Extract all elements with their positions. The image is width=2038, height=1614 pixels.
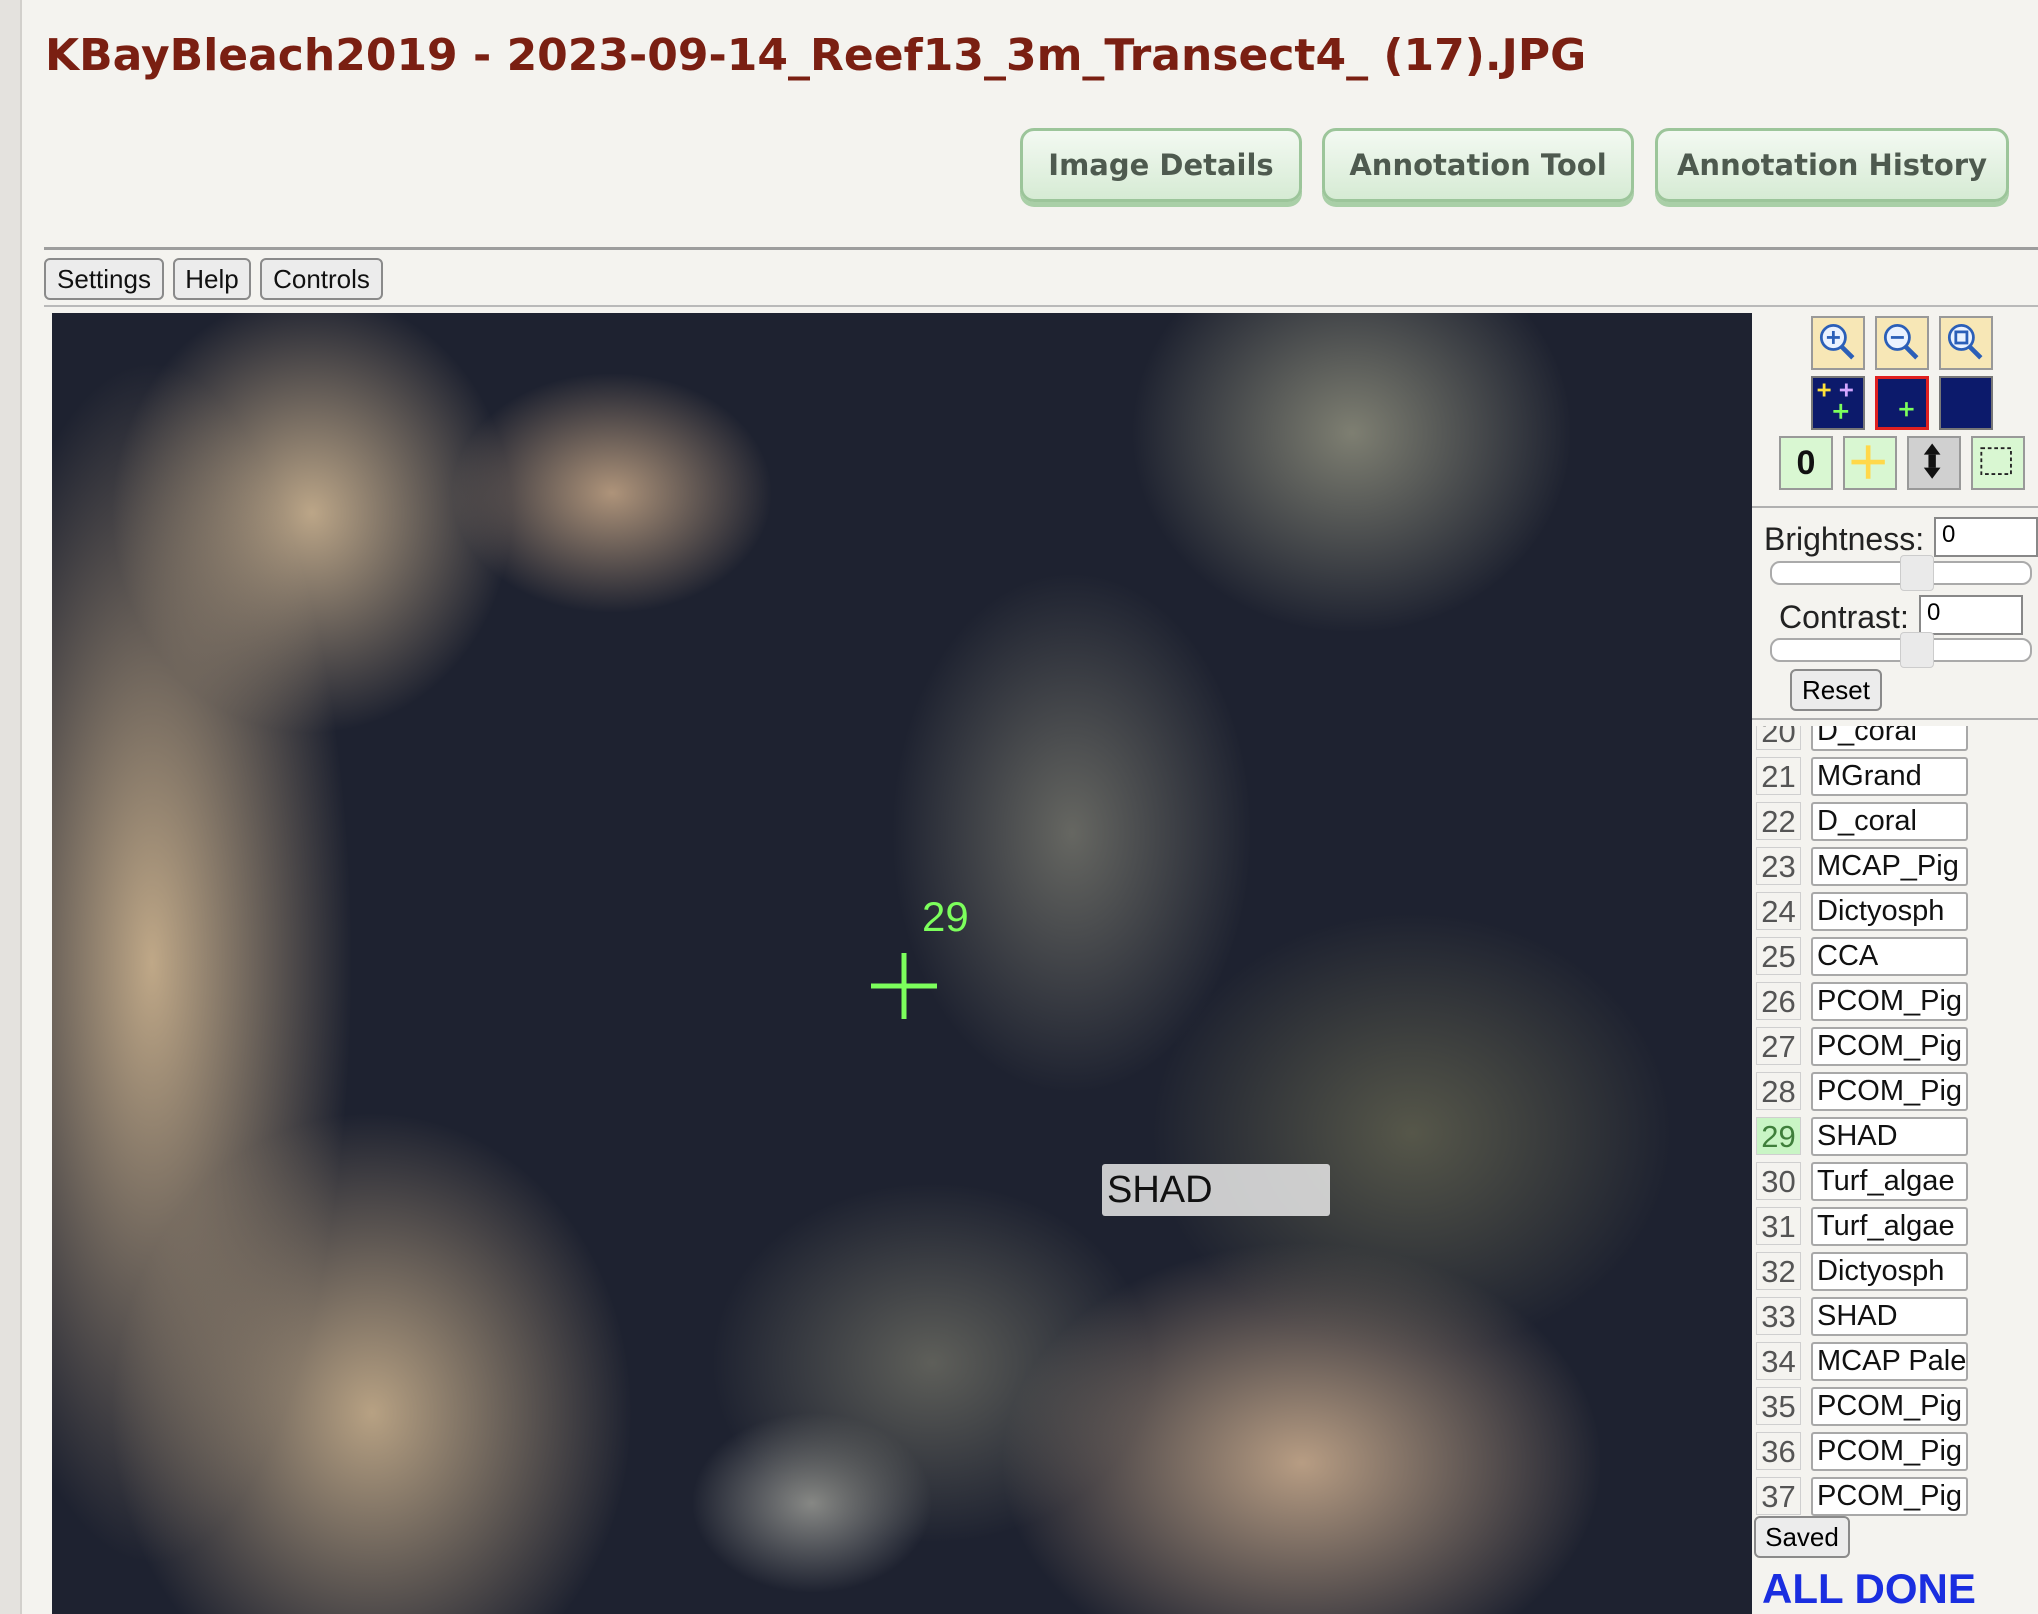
zoom-out-icon[interactable] [1875,316,1929,370]
annotation-history-tab[interactable]: Annotation History [1655,128,2009,202]
all-done-status: ALL DONE [1762,1565,1976,1612]
brightness-input[interactable]: 0 [1934,517,2038,557]
reset-button[interactable]: Reset [1790,669,1882,711]
annotation-row[interactable]: 26 PCOM_Pig [1752,979,2038,1024]
annotation-point-number[interactable]: 34 [1756,1342,1801,1380]
annotation-point-number[interactable]: 25 [1756,937,1801,975]
annotation-label-field[interactable]: PCOM_Pig [1811,1387,1968,1426]
page-title: KBayBleach2019 - 2023-09-14_Reef13_3m_Tr… [45,30,1587,81]
annotation-point-number[interactable]: 24 [1756,892,1801,930]
annotation-point-number[interactable]: 30 [1756,1162,1801,1200]
brightness-slider-thumb[interactable] [1900,555,1934,591]
point-number-label: 29 [922,893,969,940]
annotation-row[interactable]: 34 MCAP Pale [1752,1339,2038,1384]
annotation-point-number[interactable]: 37 [1756,1477,1801,1515]
adjustments-divider [1752,718,2038,720]
annotation-point-number[interactable]: 26 [1756,982,1801,1020]
left-edge [0,0,22,1614]
annotation-row[interactable]: 23 MCAP_Pig [1752,844,2038,889]
controls-button[interactable]: Controls [260,258,383,300]
annotation-point-number[interactable]: 35 [1756,1387,1801,1425]
hide-points-icon[interactable] [1939,376,1993,430]
annotation-point-number[interactable]: 20 [1756,726,1801,750]
contrast-input[interactable]: 0 [1919,595,2023,635]
annotation-label-field[interactable]: Turf_algae [1811,1162,1968,1201]
tools-divider [1752,506,2038,508]
annotation-point-number[interactable]: 31 [1756,1207,1801,1245]
annotation-label-field[interactable]: Dictyosph [1811,1252,1968,1291]
annotation-label-field[interactable]: MGrand [1811,757,1968,796]
annotation-point-number[interactable]: 21 [1756,757,1801,795]
annotation-row[interactable]: 30 Turf_algae [1752,1159,2038,1204]
crosshair-icon[interactable] [1843,436,1897,490]
annotation-row[interactable]: 37 PCOM_Pig [1752,1474,2038,1519]
point-crosshair-icon[interactable] [871,953,937,1019]
annotation-row[interactable]: 35 PCOM_Pig [1752,1384,2038,1429]
annotation-label-field[interactable]: PCOM_Pig [1811,1432,1968,1471]
annotation-point-number[interactable]: 28 [1756,1072,1801,1110]
annotation-point-number[interactable]: 23 [1756,847,1801,885]
annotation-label-field[interactable]: MCAP Pale [1811,1342,1968,1381]
annotation-label-field[interactable]: Dictyosph [1811,892,1968,931]
point-number-toggle[interactable]: 0 [1779,436,1833,490]
annotation-label-field[interactable]: D_coral [1811,726,1968,751]
annotation-label-field[interactable]: CCA [1811,937,1968,976]
annotation-row[interactable]: 33 SHAD [1752,1294,2038,1339]
annotation-label-field[interactable]: MCAP_Pig [1811,847,1968,886]
toolbar-divider [44,305,2038,307]
annotation-row[interactable]: 36 PCOM_Pig [1752,1429,2038,1474]
annotation-row[interactable]: 22 D_coral [1752,799,2038,844]
annotation-point-number[interactable]: 36 [1756,1432,1801,1470]
settings-button[interactable]: Settings [44,258,164,300]
brightness-label: Brightness: [1764,521,1925,557]
annotation-row[interactable]: 20 D_coral [1752,726,2038,754]
annotation-list[interactable]: 20 D_coral 21 MGrand 22 D_coral 23 MCAP_Pig 24 Di… [1752,726,2038,1533]
annotation-tool-tab[interactable]: Annotation Tool [1322,128,1634,202]
zoom-fit-icon[interactable] [1939,316,1993,370]
annotation-label-field[interactable]: PCOM_Pig [1811,1072,1968,1111]
annotation-label-field[interactable]: SHAD [1811,1117,1968,1156]
annotation-row[interactable]: 29 SHAD [1752,1114,2038,1159]
annotation-row[interactable]: 27 PCOM_Pig [1752,1024,2038,1069]
annotation-point-number[interactable]: 32 [1756,1252,1801,1290]
selection-box-icon[interactable] [1971,436,2025,490]
annotation-label-field[interactable]: PCOM_Pig [1811,982,1968,1021]
annotation-point-number[interactable]: 29 [1756,1117,1801,1155]
contrast-label: Contrast: [1779,599,1909,635]
annotation-image-canvas[interactable]: 29 SHAD [52,313,1752,1614]
all-points-icon[interactable] [1811,376,1865,430]
vertical-arrows-icon[interactable] [1907,436,1961,490]
annotation-row[interactable]: 24 Dictyosph [1752,889,2038,934]
annotation-row[interactable]: 31 Turf_algae [1752,1204,2038,1249]
help-button[interactable]: Help [173,258,251,300]
annotation-row[interactable]: 28 PCOM_Pig [1752,1069,2038,1114]
side-panel: 0 Brightness: 0 Contrast: 0 Reset 20 D_co… [1752,313,2038,1614]
annotation-row[interactable]: 25 CCA [1752,934,2038,979]
header-divider [44,247,2038,250]
saved-button[interactable]: Saved [1754,1516,1850,1558]
annotation-point-number[interactable]: 27 [1756,1027,1801,1065]
annotation-row[interactable]: 21 MGrand [1752,754,2038,799]
current-label-popup[interactable]: SHAD [1102,1164,1330,1216]
contrast-slider[interactable] [1770,632,2032,668]
current-point-icon[interactable] [1875,376,1929,430]
annotation-label-field[interactable]: SHAD [1811,1297,1968,1336]
annotation-label-field[interactable]: PCOM_Pig [1811,1027,1968,1066]
annotation-row[interactable]: 32 Dictyosph [1752,1249,2038,1294]
annotation-label-field[interactable]: Turf_algae [1811,1207,1968,1246]
brightness-slider[interactable] [1770,555,2032,591]
annotation-label-field[interactable]: PCOM_Pig [1811,1477,1968,1516]
annotation-point-number[interactable]: 33 [1756,1297,1801,1335]
image-details-tab[interactable]: Image Details [1020,128,1302,202]
annotation-point-number[interactable]: 22 [1756,802,1801,840]
contrast-slider-thumb[interactable] [1900,632,1934,668]
zoom-in-icon[interactable] [1811,316,1865,370]
annotation-label-field[interactable]: D_coral [1811,802,1968,841]
